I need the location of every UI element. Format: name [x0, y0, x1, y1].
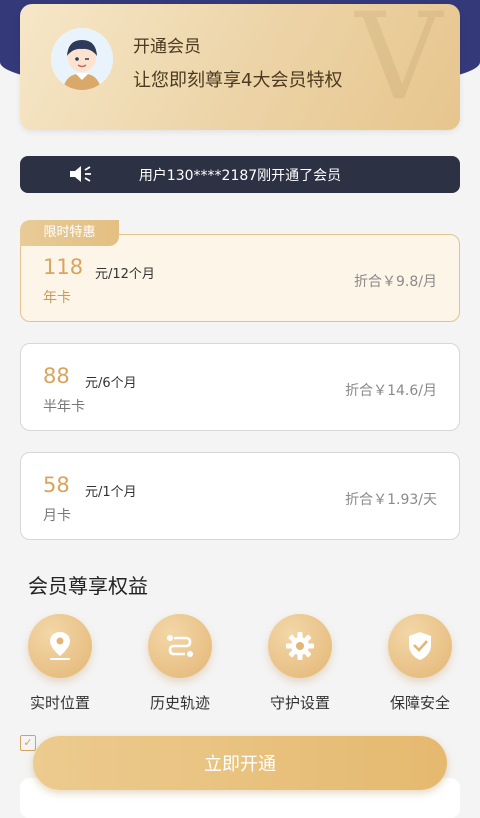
benefit-label: 历史轨迹: [149, 694, 210, 712]
plan-name: 月卡: [43, 508, 71, 524]
plan-price: 58: [43, 473, 70, 497]
benefit-label: 守护设置: [269, 694, 330, 712]
v-watermark: V: [355, 4, 442, 127]
agreement-checkbox[interactable]: ✓: [20, 735, 36, 751]
plan-monthly[interactable]: 58 元/1个月 月卡 折合￥1.93/天: [20, 452, 460, 540]
benefit-guard[interactable]: 守护设置: [255, 614, 345, 713]
plan-per-price: 折合￥9.8/月: [354, 274, 437, 290]
member-title: 开通会员: [133, 37, 201, 57]
member-subtitle: 让您即刻尊享4大会员特权: [133, 70, 343, 91]
open-membership-button[interactable]: 立即开通: [33, 736, 447, 790]
member-card: V 开通会员 让您即刻尊享4大会员特权: [20, 4, 460, 130]
boy-avatar-icon: [51, 28, 113, 90]
plan-annual[interactable]: 118 元/12个月 年卡 折合￥9.8/月: [20, 234, 460, 322]
benefit-history[interactable]: 历史轨迹: [135, 614, 225, 713]
location-pin-icon: [28, 614, 92, 678]
plan-price: 88: [43, 364, 70, 388]
plan-name: 年卡: [43, 290, 71, 306]
limited-offer-badge: 限时特惠: [20, 220, 119, 246]
benefit-label: 保障安全: [389, 694, 450, 712]
benefits-title: 会员尊享权益: [28, 574, 148, 598]
purchase-notice-bar: 用户130****2187刚开通了会员: [20, 156, 460, 193]
plan-price: 118: [43, 255, 84, 279]
plan-unit: 元/6个月: [85, 376, 137, 391]
avatar: [51, 28, 113, 90]
benefit-safety[interactable]: 保障安全: [375, 614, 465, 713]
plan-name: 半年卡: [43, 399, 85, 415]
plan-per-price: 折合￥14.6/月: [345, 383, 437, 399]
plan-unit: 元/1个月: [85, 485, 137, 500]
benefit-label: 实时位置: [29, 694, 90, 712]
gear-icon: [268, 614, 332, 678]
shield-check-icon: [388, 614, 452, 678]
notice-text: 用户130****2187刚开通了会员: [138, 168, 342, 184]
plan-half-year[interactable]: 88 元/6个月 半年卡 折合￥14.6/月: [20, 343, 460, 431]
route-icon: [148, 614, 212, 678]
benefit-location[interactable]: 实时位置: [15, 614, 105, 713]
plan-unit: 元/12个月: [95, 267, 155, 282]
plan-per-price: 折合￥1.93/天: [345, 492, 437, 508]
